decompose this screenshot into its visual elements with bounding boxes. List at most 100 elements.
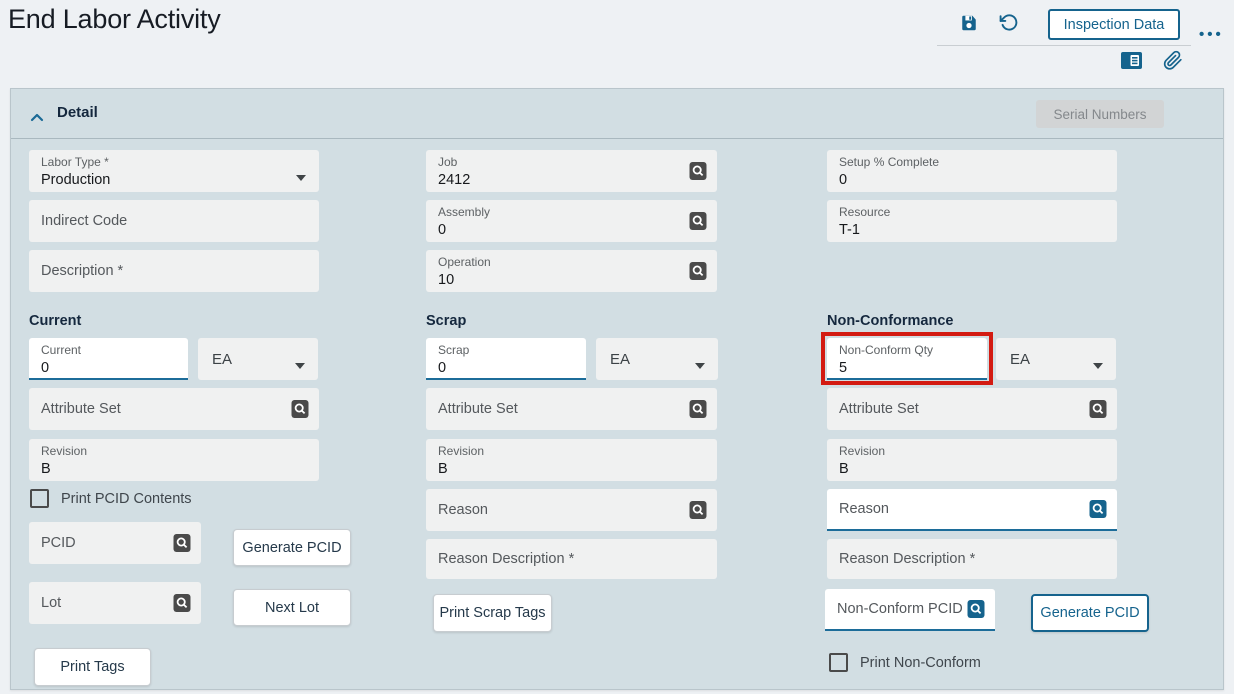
- print-pcid-contents-checkbox-row[interactable]: Print PCID Contents: [30, 489, 192, 508]
- job-value: 2412: [438, 171, 705, 191]
- nonconform-revision-value: B: [839, 460, 1105, 480]
- current-uom-dropdown[interactable]: EA: [198, 338, 318, 380]
- nonconform-reason-description-field[interactable]: Reason Description *: [827, 539, 1117, 579]
- nonconform-reason-label: Reason: [839, 500, 889, 519]
- resource-value: T-1: [839, 221, 1105, 241]
- lot-label: Lot: [41, 594, 61, 613]
- current-revision-field[interactable]: Revision B: [29, 439, 319, 481]
- nonconform-generate-pcid-button[interactable]: Generate PCID: [1031, 594, 1149, 632]
- nonconform-reason-description-label: Reason Description *: [839, 550, 975, 569]
- caret-down-icon[interactable]: [296, 168, 306, 186]
- lot-field[interactable]: Lot: [29, 582, 201, 624]
- panel-title: Detail: [57, 104, 98, 121]
- setup-pct-value: 0: [839, 171, 1105, 191]
- assembly-label: Assembly: [438, 205, 705, 221]
- current-qty-input[interactable]: Current 0: [29, 338, 188, 380]
- current-attribute-set-label: Attribute Set: [41, 400, 121, 419]
- print-nonconform-label: Print Non-Conform: [860, 655, 981, 671]
- nonconform-pcid-label: Non-Conform PCID: [837, 600, 963, 619]
- indirect-code-label: Indirect Code: [41, 212, 127, 231]
- serial-numbers-button[interactable]: Serial Numbers: [1036, 100, 1164, 128]
- scrap-attribute-set-field[interactable]: Attribute Set: [426, 388, 717, 430]
- scrap-reason-lookup-icon[interactable]: [689, 500, 707, 525]
- lot-lookup-icon[interactable]: [173, 593, 191, 618]
- caret-down-icon[interactable]: [695, 356, 705, 373]
- nonconform-uom-value: EA: [1010, 351, 1030, 368]
- nonconform-pcid-field[interactable]: Non-Conform PCID: [825, 589, 995, 631]
- paperclip-icon: [1163, 50, 1183, 71]
- nonconform-uom-dropdown[interactable]: EA: [996, 338, 1116, 380]
- print-nonconform-checkbox-row[interactable]: Print Non-Conform: [829, 653, 981, 672]
- scrap-reason-description-field[interactable]: Reason Description *: [426, 539, 717, 579]
- undo-icon[interactable]: [999, 13, 1018, 32]
- detail-card-icon[interactable]: [1121, 52, 1142, 69]
- scrap-reason-description-label: Reason Description *: [438, 550, 574, 569]
- scrap-attribute-set-lookup-icon[interactable]: [689, 399, 707, 424]
- next-lot-button[interactable]: Next Lot: [233, 589, 351, 626]
- nonconformance-section-heading: Non-Conformance: [827, 313, 953, 329]
- nonconform-qty-input[interactable]: Non-Conform Qty 5: [827, 338, 987, 380]
- print-pcid-contents-checkbox[interactable]: [30, 489, 49, 508]
- scrap-qty-label: Scrap: [438, 343, 574, 359]
- card-icon: [1121, 52, 1142, 69]
- nonconform-qty-value: 5: [839, 359, 975, 379]
- current-attribute-set-lookup-icon[interactable]: [291, 399, 309, 424]
- labor-type-value: Production: [41, 171, 307, 191]
- scrap-uom-value: EA: [610, 351, 630, 368]
- current-attribute-set-field[interactable]: Attribute Set: [29, 388, 319, 430]
- current-uom-value: EA: [212, 351, 232, 368]
- floppy-disk-icon: [960, 14, 978, 32]
- description-label: Description *: [41, 262, 123, 281]
- detail-panel-header[interactable]: Detail Serial Numbers: [11, 89, 1223, 139]
- setup-pct-label: Setup % Complete: [839, 155, 1105, 171]
- pcid-label: PCID: [41, 534, 76, 553]
- collapse-chevron-up-icon[interactable]: [30, 109, 44, 127]
- nonconform-reason-lookup-icon[interactable]: [1089, 499, 1107, 524]
- assembly-lookup-icon[interactable]: [689, 211, 707, 236]
- pcid-field[interactable]: PCID: [29, 522, 201, 564]
- scrap-uom-dropdown[interactable]: EA: [596, 338, 718, 380]
- print-nonconform-checkbox[interactable]: [829, 653, 848, 672]
- pcid-lookup-icon[interactable]: [173, 533, 191, 558]
- caret-down-icon[interactable]: [1093, 356, 1103, 373]
- operation-label: Operation: [438, 255, 705, 271]
- generate-pcid-button[interactable]: Generate PCID: [233, 529, 351, 566]
- scrap-revision-value: B: [438, 460, 705, 480]
- labor-type-field[interactable]: Labor Type * Production: [29, 150, 319, 192]
- description-field[interactable]: Description *: [29, 250, 319, 292]
- nonconform-pcid-lookup-icon[interactable]: [967, 599, 985, 624]
- scrap-attribute-set-label: Attribute Set: [438, 400, 518, 419]
- overflow-menu-icon[interactable]: •••: [1199, 26, 1224, 43]
- toolbar-divider: [937, 45, 1191, 46]
- labor-type-label: Labor Type *: [41, 155, 307, 171]
- scrap-qty-input[interactable]: Scrap 0: [426, 338, 586, 380]
- nonconform-reason-field[interactable]: Reason: [827, 489, 1117, 531]
- print-tags-button[interactable]: Print Tags: [34, 648, 151, 686]
- nonconform-qty-label: Non-Conform Qty: [839, 343, 975, 359]
- assembly-field[interactable]: Assembly 0: [426, 200, 717, 242]
- caret-down-icon[interactable]: [295, 356, 305, 373]
- job-lookup-icon[interactable]: [689, 161, 707, 186]
- attachments-icon[interactable]: [1163, 50, 1183, 71]
- nonconform-attribute-set-field[interactable]: Attribute Set: [827, 388, 1117, 430]
- scrap-revision-label: Revision: [438, 444, 705, 460]
- scrap-revision-field[interactable]: Revision B: [426, 439, 717, 481]
- setup-pct-complete-field[interactable]: Setup % Complete 0: [827, 150, 1117, 192]
- print-scrap-tags-button[interactable]: Print Scrap Tags: [433, 594, 552, 632]
- job-field[interactable]: Job 2412: [426, 150, 717, 192]
- indirect-code-field[interactable]: Indirect Code: [29, 200, 319, 242]
- nonconform-attribute-set-label: Attribute Set: [839, 400, 919, 419]
- inspection-data-button[interactable]: Inspection Data: [1048, 9, 1180, 40]
- undo-arrow-icon: [999, 13, 1018, 32]
- nonconform-attribute-set-lookup-icon[interactable]: [1089, 399, 1107, 424]
- print-pcid-contents-label: Print PCID Contents: [61, 491, 192, 507]
- operation-lookup-icon[interactable]: [689, 261, 707, 286]
- scrap-reason-field[interactable]: Reason: [426, 489, 717, 531]
- current-section-heading: Current: [29, 313, 81, 329]
- nonconform-revision-field[interactable]: Revision B: [827, 439, 1117, 481]
- operation-value: 10: [438, 271, 705, 291]
- save-icon[interactable]: [960, 14, 978, 32]
- resource-field[interactable]: Resource T-1: [827, 200, 1117, 242]
- current-qty-value: 0: [41, 359, 176, 379]
- operation-field[interactable]: Operation 10: [426, 250, 717, 292]
